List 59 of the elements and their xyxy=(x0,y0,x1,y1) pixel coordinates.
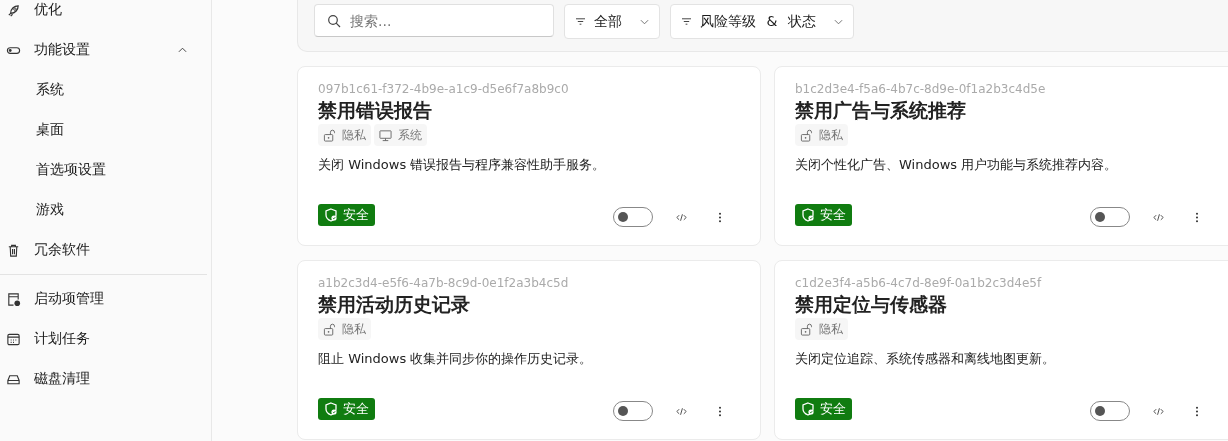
tweak-description: 关闭 Windows 错误报告与程序兼容性助手服务。 xyxy=(318,156,607,174)
nav-item[interactable]: 优化 xyxy=(0,0,195,30)
tweak-title: 禁用广告与系统推荐 xyxy=(795,98,967,123)
chevron-down-icon xyxy=(833,18,843,25)
risk-badge: 安全 xyxy=(318,398,375,420)
risk-badge: 安全 xyxy=(318,204,375,226)
nav-item[interactable]: 功能设置 xyxy=(0,30,195,70)
category-tag: 系统 xyxy=(374,124,427,146)
chevron-down-icon xyxy=(640,18,649,25)
filter-icon xyxy=(681,17,692,26)
filter-icon xyxy=(575,17,586,26)
nav-subitem[interactable]: 桌面 xyxy=(0,110,195,150)
category-tag: 隐私 xyxy=(795,318,848,340)
risk-badge: 安全 xyxy=(795,398,852,420)
category-tag: 隐私 xyxy=(318,124,371,146)
toggle-switch[interactable] xyxy=(613,401,653,421)
shield-check-icon xyxy=(324,208,338,222)
risk-badge: 安全 xyxy=(795,204,852,226)
shield-check-icon xyxy=(324,402,338,416)
category-tag: 隐私 xyxy=(318,318,371,340)
toggle-switch[interactable] xyxy=(613,207,653,227)
filter-dropdown[interactable]: 全部 xyxy=(564,4,660,39)
toggle-switch[interactable] xyxy=(1090,207,1130,227)
rocket-icon xyxy=(6,2,21,18)
unlock-icon xyxy=(323,128,336,142)
filter-dropdown[interactable]: 风险等级 & 状态 xyxy=(670,4,854,39)
more-icon[interactable] xyxy=(1195,404,1199,418)
nav-item[interactable]: 启动项管理 xyxy=(0,279,199,319)
tweak-title: 禁用活动历史记录 xyxy=(318,292,471,317)
tweak-title: 禁用错误报告 xyxy=(318,98,433,123)
tweak-id: a1b2c3d4-e5f6-4a7b-8c9d-0e1f2a3b4c5d xyxy=(318,275,570,291)
window-clock-icon xyxy=(6,291,21,307)
more-icon[interactable] xyxy=(718,404,722,418)
more-icon[interactable] xyxy=(1195,210,1199,224)
category-tag: 隐私 xyxy=(795,124,848,146)
nav-item[interactable]: 计划任务 xyxy=(0,319,199,359)
nav-subitem[interactable]: 系统 xyxy=(0,70,195,110)
toggle-switch[interactable] xyxy=(1090,401,1130,421)
monitor-icon xyxy=(379,128,392,142)
tweak-id: b1c2d3e4-f5a6-4b7c-8d9e-0f1a2b3c4d5e xyxy=(795,81,1047,97)
unlock-icon xyxy=(800,322,813,336)
tweak-id: c1d2e3f4-a5b6-4c7d-8e9f-0a1b2c3d4e5f xyxy=(795,275,1043,291)
nav-subitem[interactable]: 游戏 xyxy=(0,190,195,230)
more-icon[interactable] xyxy=(718,210,722,224)
trash-icon xyxy=(6,242,21,258)
tweak-description: 关闭定位追踪、系统传感器和离线地图更新。 xyxy=(795,350,1056,368)
unlock-icon xyxy=(800,128,813,142)
tweak-description: 关闭个性化广告、Windows 用户功能与系统推荐内容。 xyxy=(795,156,1119,174)
calendar-icon xyxy=(6,331,21,347)
shield-check-icon xyxy=(801,402,815,416)
unlock-icon xyxy=(323,322,336,336)
nav-item[interactable]: 磁盘清理 xyxy=(0,359,199,399)
search-field[interactable]: 搜索... xyxy=(314,4,554,37)
shield-check-icon xyxy=(801,208,815,222)
tweak-description: 阻止 Windows 收集并同步你的操作历史记录。 xyxy=(318,350,594,368)
tweak-title: 禁用定位与传感器 xyxy=(795,292,948,317)
nav-subitem[interactable]: 首选项设置 xyxy=(0,150,195,190)
nav-item[interactable]: 冗余软件 xyxy=(0,230,195,270)
tweak-id: 097b1c61-f372-4b9e-a1c9-d5e6f7a8b9c0 xyxy=(318,81,570,97)
